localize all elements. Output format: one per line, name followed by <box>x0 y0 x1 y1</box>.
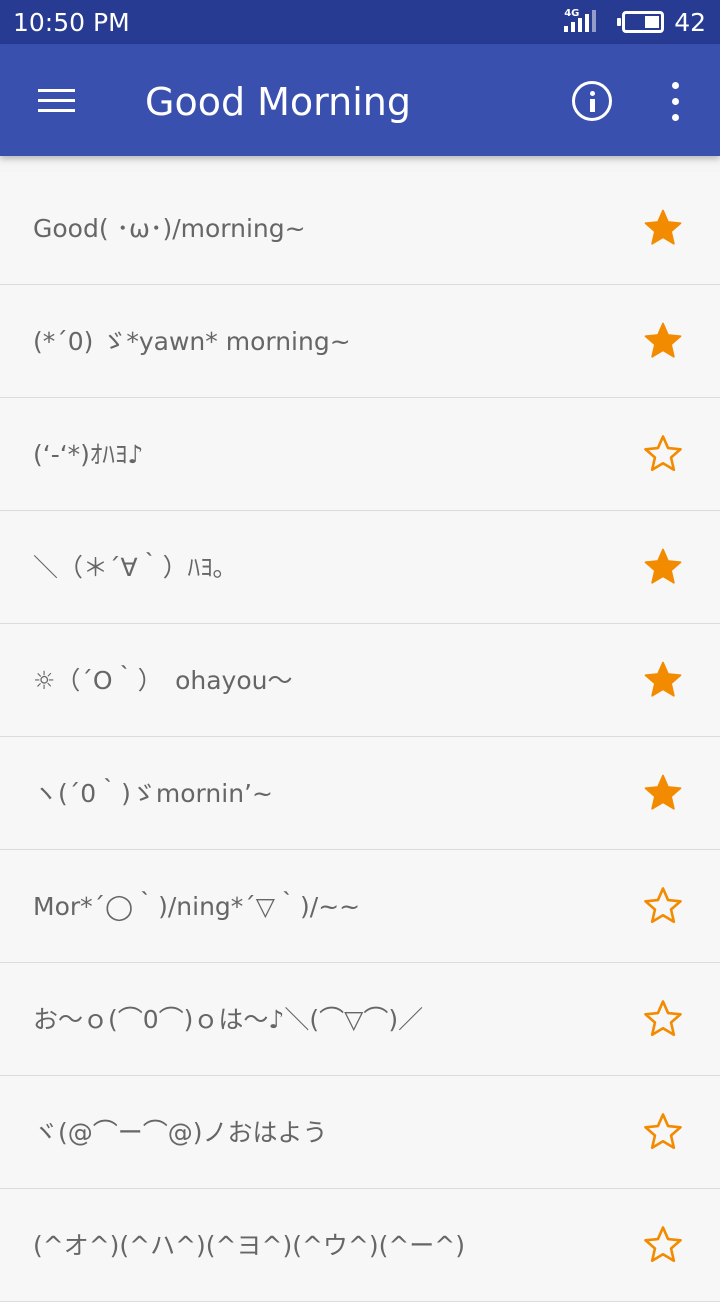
star-outline-icon[interactable] <box>642 885 684 927</box>
list-item[interactable]: (^オ^)(^ハ^)(^ヨ^)(^ウ^)(^ー^) <box>0 1189 720 1302</box>
list-item[interactable]: ＼（＊´∀｀）ﾊﾖ｡ <box>0 511 720 624</box>
list-item[interactable]: ☼（´O｀） ohayou〜 <box>0 624 720 737</box>
info-icon[interactable] <box>572 81 612 121</box>
star-filled-icon[interactable] <box>642 772 684 814</box>
app-bar: Good Morning <box>0 44 720 156</box>
network-type: 4G <box>564 8 580 19</box>
list-item[interactable]: Mor*´◯｀)/ning*´▽｀)/~~ <box>0 850 720 963</box>
battery-level: 42 <box>674 7 706 37</box>
list-item[interactable]: Good( ･ω･)/morning~ <box>0 172 720 285</box>
star-filled-icon[interactable] <box>642 320 684 362</box>
list-item[interactable]: (*´0) ゞ*yawn* morning~ <box>0 285 720 398</box>
status-icons: 4G 42 <box>564 8 706 37</box>
battery-icon <box>617 11 665 33</box>
hamburger-menu-icon[interactable] <box>38 89 75 113</box>
status-time: 10:50 PM <box>13 7 130 37</box>
list-item[interactable]: (‘-‘*)ｵﾊﾖ♪ <box>0 398 720 511</box>
kaomoji-list: Good( ･ω･)/morning~ (*´0) ゞ*yawn* morning… <box>0 172 720 1302</box>
kaomoji-text: Mor*´◯｀)/ning*´▽｀)/~~ <box>33 892 361 921</box>
signal-icon: 4G <box>564 8 600 35</box>
status-bar: 10:50 PM 4G 42 <box>0 0 720 44</box>
kaomoji-text: (^オ^)(^ハ^)(^ヨ^)(^ウ^)(^ー^) <box>33 1231 466 1260</box>
list-item[interactable]: ヾ(@⌒ー⌒@)ノおはよう <box>0 1076 720 1189</box>
kaomoji-text: ヽ(´0｀)ゞmornin’~ <box>33 779 273 808</box>
page-title: Good Morning <box>145 80 411 124</box>
star-outline-icon[interactable] <box>642 1111 684 1153</box>
kaomoji-text: ＼（＊´∀｀）ﾊﾖ｡ <box>33 553 226 582</box>
star-filled-icon[interactable] <box>642 207 684 249</box>
star-filled-icon[interactable] <box>642 546 684 588</box>
list-item[interactable]: ヽ(´0｀)ゞmornin’~ <box>0 737 720 850</box>
more-vert-icon[interactable] <box>664 82 688 122</box>
star-filled-icon[interactable] <box>642 659 684 701</box>
kaomoji-text: Good( ･ω･)/morning~ <box>33 214 306 243</box>
kaomoji-text: (‘-‘*)ｵﾊﾖ♪ <box>33 440 144 469</box>
list-item[interactable]: お〜ｏ(⌒0⌒)ｏは〜♪＼(⌒▽⌒)／ <box>0 963 720 1076</box>
kaomoji-text: ☼（´O｀） ohayou〜 <box>33 666 293 695</box>
star-outline-icon[interactable] <box>642 1224 684 1266</box>
kaomoji-text: (*´0) ゞ*yawn* morning~ <box>33 327 351 356</box>
star-outline-icon[interactable] <box>642 433 684 475</box>
star-outline-icon[interactable] <box>642 998 684 1040</box>
kaomoji-text: お〜ｏ(⌒0⌒)ｏは〜♪＼(⌒▽⌒)／ <box>33 1005 424 1034</box>
kaomoji-text: ヾ(@⌒ー⌒@)ノおはよう <box>33 1118 328 1147</box>
